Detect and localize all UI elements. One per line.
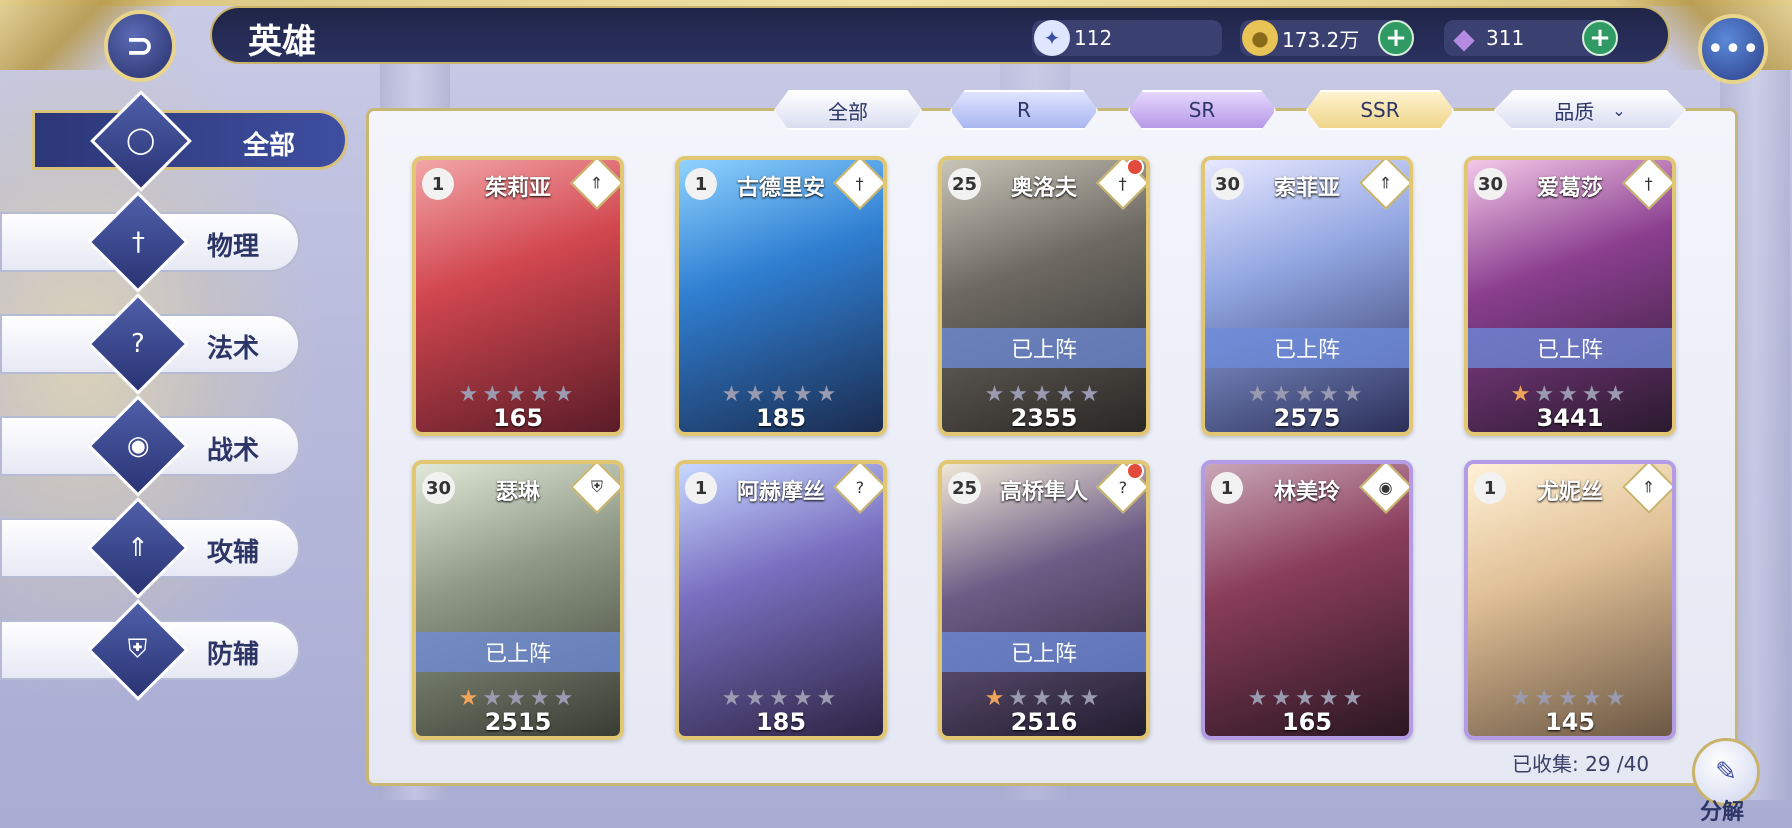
- hero-card[interactable]: 25 高桥隼人? 已上阵 ★★★★★ 2516: [938, 460, 1150, 740]
- hero-power: 2515: [484, 708, 552, 736]
- hero-card[interactable]: 1 茱莉亚 ⇑ ★★★★★ 165: [412, 156, 624, 436]
- hero-card[interactable]: 1 尤妮丝 ⇑ ★★★★★ 145: [1464, 460, 1676, 740]
- deployed-banner: 已上阵: [942, 328, 1146, 368]
- hero-power: 3441: [1536, 404, 1604, 432]
- sidebar-item-label: 物理: [207, 232, 260, 262]
- hero-power: 2355: [1010, 404, 1078, 432]
- back-button[interactable]: ⊃: [104, 10, 176, 82]
- hero-power: 2575: [1273, 404, 1341, 432]
- sidebar-item-label: 全部: [243, 131, 296, 161]
- sidebar-item-label: 防辅: [207, 640, 260, 670]
- sidebar-item-all[interactable]: ◯ 全部: [32, 90, 348, 192]
- gold-counter: ● 173.2万 +: [1240, 20, 1414, 56]
- coin-icon: ●: [1242, 20, 1278, 56]
- deployed-banner: 已上阵: [942, 632, 1146, 672]
- deployed-banner: 已上阵: [416, 632, 620, 672]
- stamina-value: 112: [1074, 26, 1113, 50]
- decompose-icon: ✎: [1715, 757, 1737, 787]
- filter-tab-all[interactable]: 全部: [774, 90, 922, 130]
- collection-label: 已收集:: [1512, 752, 1579, 776]
- diamond-counter: ◆ 311 +: [1444, 20, 1618, 56]
- hero-power: 2516: [1010, 708, 1078, 736]
- quality-dropdown[interactable]: 品质 ⌄: [1494, 90, 1686, 130]
- collection-count: 29 /40: [1585, 752, 1650, 776]
- sidebar-item-label: 战术: [207, 436, 260, 466]
- quality-dropdown-label: 品质: [1554, 99, 1595, 124]
- sidebar-item-physical[interactable]: † 物理: [0, 191, 300, 293]
- sidebar-item-tactics[interactable]: ◉ 战术: [0, 395, 300, 497]
- hero-card[interactable]: 1 古德里安 † ★★★★★ 185: [675, 156, 887, 436]
- hero-card[interactable]: 30 索菲亚 ⇑ 已上阵 ★★★★★ 2575: [1201, 156, 1413, 436]
- sidebar-item-defense-support[interactable]: ⛨ 防辅: [0, 599, 300, 701]
- hero-card[interactable]: 30 瑟琳 ⛨ 已上阵 ★★★★★ 2515: [412, 460, 624, 740]
- filter-tab-ssr[interactable]: SSR: [1306, 90, 1454, 130]
- notification-dot: [1126, 464, 1144, 480]
- hero-power: 185: [755, 708, 807, 736]
- filter-tab-sr[interactable]: SR: [1128, 90, 1276, 130]
- hero-card[interactable]: 25 奥洛夫 † 已上阵 ★★★★★ 2355: [938, 156, 1150, 436]
- chevron-down-icon: ⌄: [1612, 100, 1626, 120]
- stamina-counter: ✦ 112: [1032, 20, 1222, 56]
- diamond-icon: ◆: [1453, 21, 1475, 55]
- add-diamond-button[interactable]: +: [1582, 20, 1618, 56]
- hero-power: 165: [1281, 708, 1333, 736]
- gold-value: 173.2万: [1282, 27, 1360, 52]
- collection-progress: 已收集: 29 /40: [1512, 748, 1649, 777]
- hero-power: 185: [755, 404, 807, 432]
- notification-dot: [1126, 160, 1144, 176]
- decompose-label: 分解: [1700, 800, 1745, 825]
- add-gold-button[interactable]: +: [1378, 20, 1414, 56]
- chat-bubble-icon: •••: [1706, 31, 1760, 67]
- hero-card[interactable]: 1 林美玲 ◉ ★★★★★ 165: [1201, 460, 1413, 740]
- back-arrow-icon: ⊃: [125, 26, 155, 66]
- sidebar-item-label: 法术: [207, 334, 260, 364]
- hero-card[interactable]: 30 爱葛莎 † 已上阵 ★★★★★ 3441: [1464, 156, 1676, 436]
- hero-card[interactable]: 1 阿赫摩丝? ★★★★★ 185: [675, 460, 887, 740]
- deployed-banner: 已上阵: [1205, 328, 1409, 368]
- filter-tab-r[interactable]: R: [950, 90, 1098, 130]
- diamond-value: 311: [1486, 26, 1525, 50]
- deployed-banner: 已上阵: [1468, 328, 1672, 368]
- sidebar-item-attack-support[interactable]: ⇑ 攻辅: [0, 497, 300, 599]
- compass-icon: ✦: [1034, 20, 1070, 56]
- chat-button[interactable]: •••: [1698, 14, 1768, 84]
- hero-power: 145: [1544, 708, 1596, 736]
- page-title: 英雄: [248, 22, 316, 62]
- sidebar-item-magic[interactable]: ? 法术: [0, 293, 300, 395]
- sidebar-item-label: 攻辅: [207, 538, 260, 568]
- hero-power: 165: [492, 404, 544, 432]
